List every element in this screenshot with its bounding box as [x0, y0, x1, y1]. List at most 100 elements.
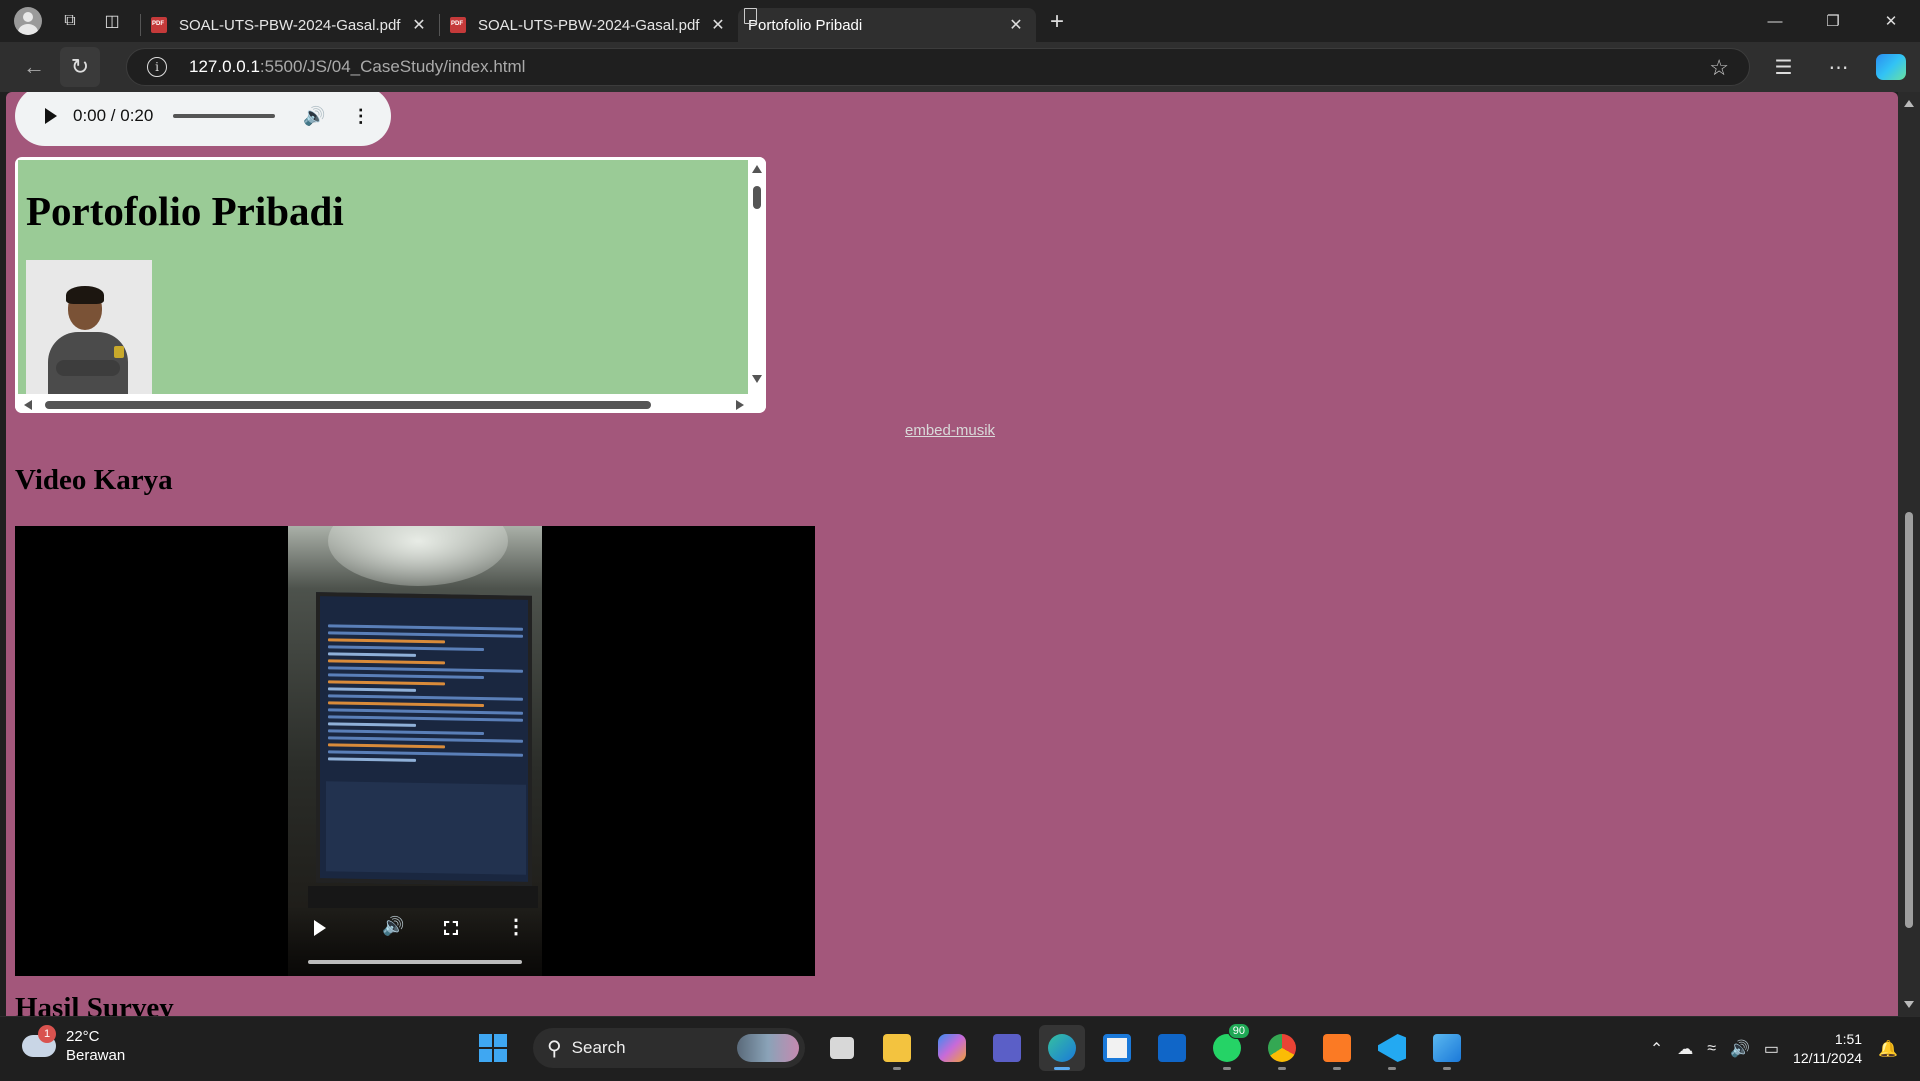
audio-player: 0:00 / 0:20 🔊 ⋮: [15, 92, 391, 146]
tab-title: SOAL-UTS-PBW-2024-Gasal.pdf: [478, 16, 700, 34]
page-scrollbar[interactable]: [1898, 92, 1920, 1016]
page-icon: [744, 8, 757, 24]
task-view-button[interactable]: [819, 1025, 865, 1071]
scroll-left-icon[interactable]: [24, 400, 32, 410]
taskbar: 1 22°C Berawan ⚲ Search 90 ⌃ ☁ ≈ 🔊 ▭ 1:5…: [0, 1016, 1920, 1080]
pdf-icon: [151, 17, 167, 33]
code-lines: [328, 620, 523, 767]
file-explorer-button[interactable]: [874, 1025, 920, 1071]
chrome-button[interactable]: [1259, 1025, 1305, 1071]
photo-arms: [56, 360, 120, 376]
restore-icon[interactable]: ❐: [1804, 0, 1862, 42]
scroll-thumb[interactable]: [45, 401, 651, 409]
profile-photo: [26, 260, 152, 394]
xampp-icon: [1323, 1034, 1351, 1062]
scroll-up-icon[interactable]: [752, 165, 762, 173]
photo-patch: [114, 346, 124, 358]
minimize-icon[interactable]: —: [1746, 0, 1804, 42]
iframe-vertical-scrollbar[interactable]: [748, 157, 766, 397]
close-icon[interactable]: ✕: [708, 15, 728, 35]
tab-portofolio[interactable]: Portofolio Pribadi ✕: [738, 8, 1036, 42]
clock[interactable]: 1:51 12/11/2024: [1793, 1030, 1862, 1068]
address-bar[interactable]: i 127.0.0.1:5500/JS/04_CaseStudy/index.h…: [126, 48, 1750, 86]
profile-avatar[interactable]: [14, 7, 42, 35]
scroll-down-icon[interactable]: [1904, 1001, 1914, 1008]
more-options-icon[interactable]: ⋮: [506, 914, 526, 939]
tab-pdf-2[interactable]: SOAL-UTS-PBW-2024-Gasal.pdf ✕: [440, 8, 738, 42]
iframe-content: Portofolio Pribadi: [18, 160, 748, 394]
store-icon: [1103, 1034, 1131, 1062]
embed-musik-link[interactable]: embed-musik: [905, 422, 995, 439]
battery-icon[interactable]: ▭: [1764, 1039, 1779, 1059]
tab-actions-icon[interactable]: ◫: [98, 7, 126, 35]
close-icon[interactable]: ✕: [1006, 15, 1026, 35]
scroll-right-icon[interactable]: [736, 400, 744, 410]
photos-button[interactable]: [1424, 1025, 1470, 1071]
pdf-icon: [450, 17, 466, 33]
edge-button[interactable]: [1039, 1025, 1085, 1071]
refresh-icon[interactable]: ↻: [60, 47, 100, 87]
whatsapp-button[interactable]: 90: [1204, 1023, 1250, 1071]
light-glow: [328, 526, 508, 586]
onedrive-icon[interactable]: ☁: [1677, 1039, 1693, 1059]
workspaces-icon[interactable]: ⧉: [56, 7, 84, 35]
weather-desc: Berawan: [66, 1047, 126, 1064]
volume-icon[interactable]: 🔊: [303, 106, 325, 127]
xampp-button[interactable]: [1314, 1025, 1360, 1071]
weather-widget[interactable]: 1 22°C Berawan: [22, 1025, 125, 1065]
store-button[interactable]: [1094, 1025, 1140, 1071]
scroll-down-icon[interactable]: [752, 375, 762, 383]
taskbar-search[interactable]: ⚲ Search: [533, 1028, 805, 1068]
vscode-button[interactable]: [1369, 1025, 1415, 1071]
wifi-icon[interactable]: ≈: [1707, 1040, 1716, 1058]
site-info-icon[interactable]: i: [147, 57, 167, 77]
play-icon[interactable]: [45, 108, 57, 124]
chevron-up-icon[interactable]: ⌃: [1650, 1039, 1663, 1059]
video-heading: Video Karya: [15, 464, 173, 496]
search-icon: ⚲: [547, 1037, 562, 1060]
audio-progress-slider[interactable]: [173, 114, 276, 118]
scroll-thumb[interactable]: [753, 186, 761, 209]
iframe-horizontal-scrollbar[interactable]: [15, 397, 766, 413]
chrome-icon: [1268, 1034, 1296, 1062]
copilot-icon[interactable]: [1876, 54, 1906, 80]
speaker-icon[interactable]: 🔊: [1730, 1039, 1750, 1059]
back-arrow-icon[interactable]: ←: [14, 47, 54, 87]
more-menu-icon[interactable]: ⋯: [1811, 55, 1866, 80]
close-window-icon[interactable]: ✕: [1862, 0, 1920, 42]
notification-bell-icon[interactable]: 🔔: [1878, 1039, 1898, 1059]
more-options-icon[interactable]: ⋮: [352, 106, 370, 127]
start-button[interactable]: [470, 1025, 516, 1071]
weather-text: 22°C Berawan: [66, 1027, 125, 1065]
tab-pdf-1[interactable]: SOAL-UTS-PBW-2024-Gasal.pdf ✕: [141, 8, 439, 42]
favorites-icon[interactable]: ☰: [1756, 55, 1811, 80]
running-indicator: [1054, 1067, 1070, 1070]
photos-icon: [1433, 1034, 1461, 1062]
close-icon[interactable]: ✕: [409, 15, 429, 35]
laptop-screen: [316, 592, 532, 886]
windows-icon: [479, 1034, 507, 1062]
outlook-button[interactable]: [1149, 1025, 1195, 1071]
next-section-heading: Hasil Survey: [15, 992, 174, 1016]
favorite-star-icon[interactable]: ☆: [1709, 55, 1729, 81]
running-indicator: [1223, 1067, 1231, 1070]
console-panel: [326, 781, 526, 875]
fullscreen-icon[interactable]: [444, 921, 458, 935]
audio-time: 0:00 / 0:20: [73, 106, 154, 125]
teams-button[interactable]: [984, 1025, 1030, 1071]
outlook-icon: [1158, 1034, 1186, 1062]
window-controls: — ❐ ✕: [1746, 0, 1920, 42]
copilot-app-button[interactable]: [929, 1025, 975, 1071]
volume-icon[interactable]: 🔊: [382, 916, 404, 937]
play-icon[interactable]: [314, 920, 326, 936]
video-player[interactable]: 🔊 ⋮: [15, 526, 815, 976]
scroll-up-icon[interactable]: [1904, 100, 1914, 107]
video-progress-slider[interactable]: [308, 960, 522, 964]
scroll-thumb[interactable]: [1905, 512, 1913, 928]
teams-icon: [993, 1034, 1021, 1062]
url-text[interactable]: 127.0.0.1:5500/JS/04_CaseStudy/index.htm…: [189, 57, 525, 77]
portfolio-iframe[interactable]: Portofolio Pribadi: [15, 157, 766, 413]
iframe-heading: Portofolio Pribadi: [26, 188, 344, 234]
new-tab-icon[interactable]: +: [1050, 8, 1064, 36]
running-indicator: [893, 1067, 901, 1070]
